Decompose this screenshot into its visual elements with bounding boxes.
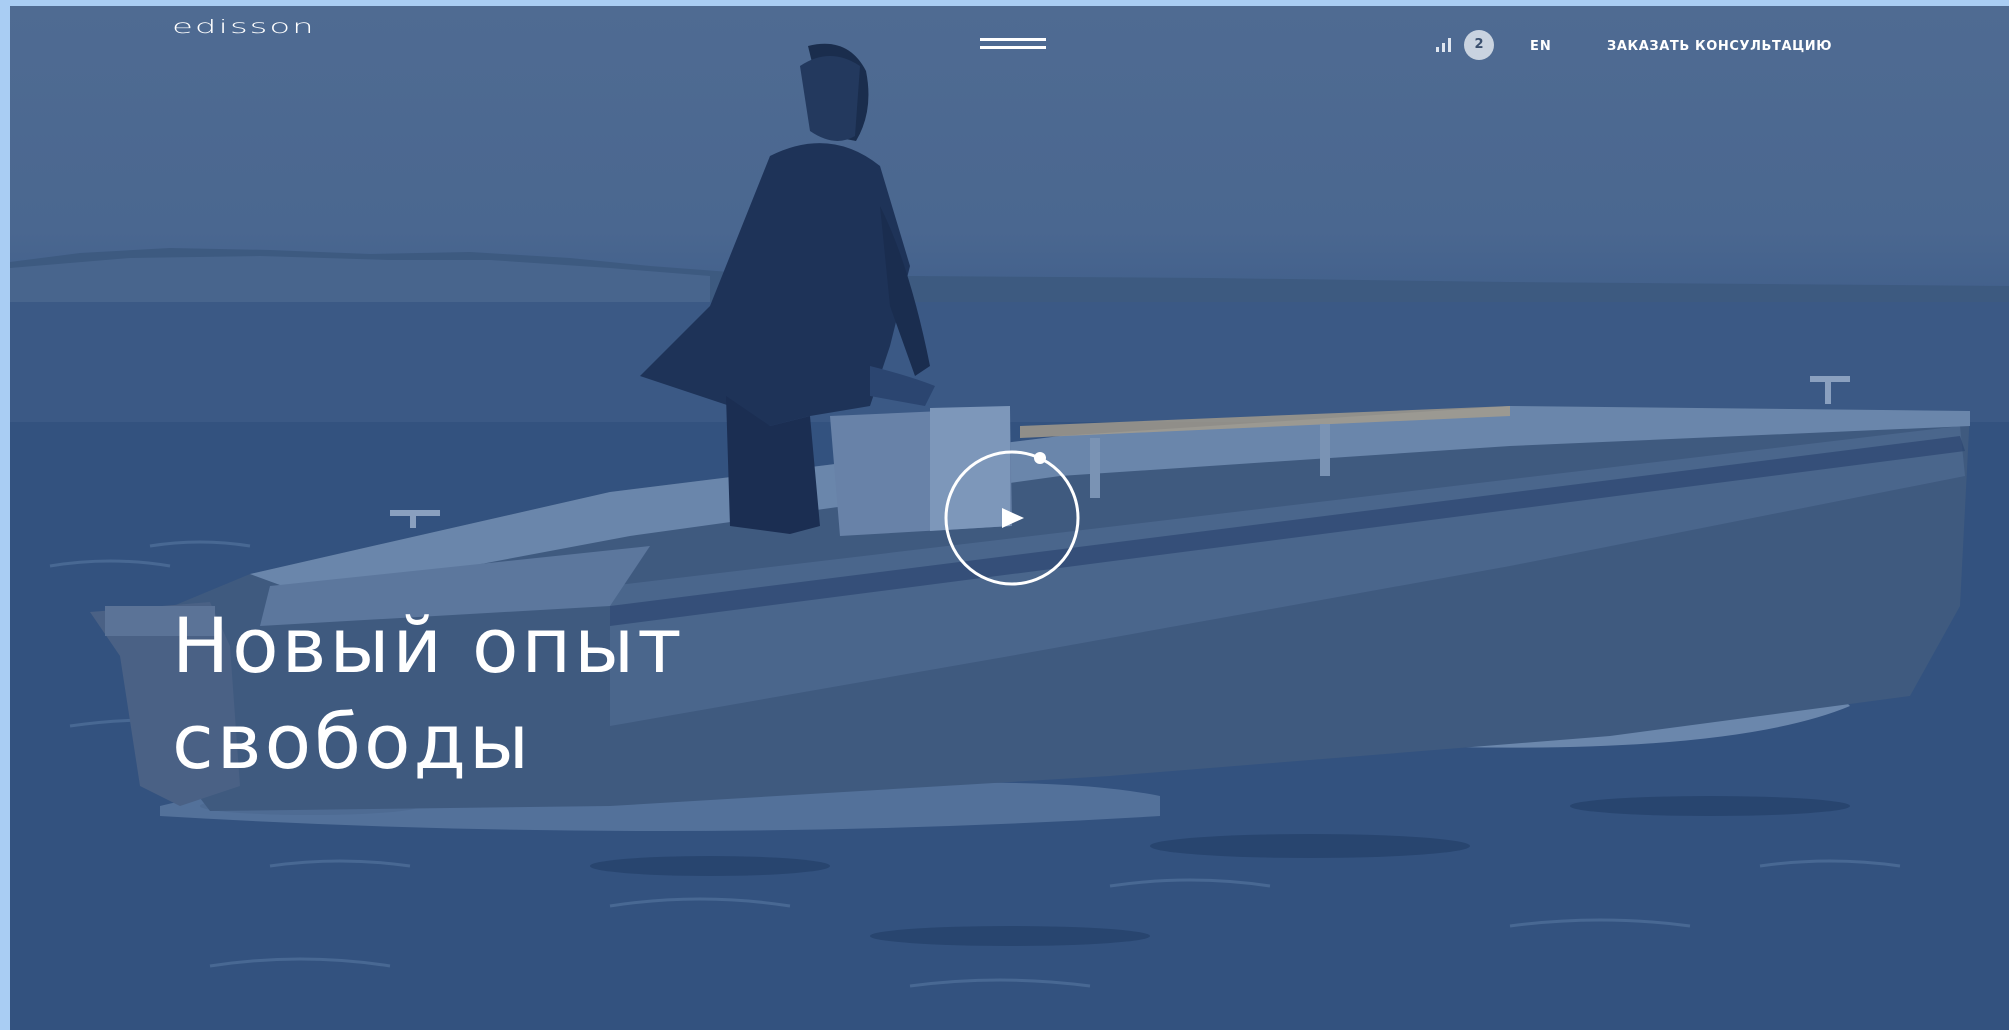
compare-count-badge: 2 [1464,30,1494,60]
play-icon [1002,508,1024,528]
brand-logo[interactable]: edisson [172,16,316,38]
compare-button[interactable]: 2 [1428,28,1508,60]
order-consultation-link[interactable]: ЗАКАЗАТЬ КОНСУЛЬТАЦИЮ [1607,39,1832,54]
hamburger-menu-button[interactable] [980,34,1046,56]
bar-chart-icon [1436,36,1454,52]
hamburger-icon-line [980,46,1046,49]
hero-title-line-2: свободы [172,697,532,786]
play-video-button[interactable] [944,450,1080,586]
hamburger-icon [980,38,1046,41]
hero-title: Новый опыт свободы [172,598,872,790]
hero-section: edisson 2 EN ЗАКАЗАТЬ КОНСУЛЬТАЦИЮ Новый… [10,6,2009,1030]
language-switch[interactable]: EN [1530,39,1552,54]
hero-title-line-1: Новый опыт [172,601,685,690]
site-header: edisson 2 EN ЗАКАЗАТЬ КОНСУЛЬТАЦИЮ [10,6,2009,86]
